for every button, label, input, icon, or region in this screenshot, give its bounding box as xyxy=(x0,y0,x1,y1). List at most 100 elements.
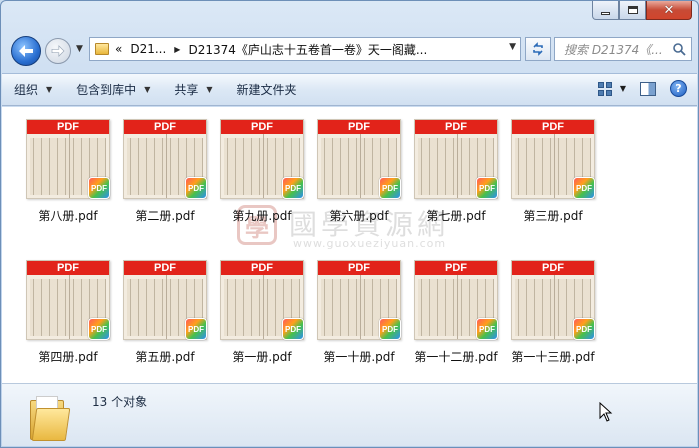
file-list[interactable]: 學 國學資源網 www.guoxueziyuan.com PDF PDF 第八册.p… xyxy=(2,107,697,383)
file-item[interactable]: PDF PDF 第九册.pdf xyxy=(214,119,310,239)
pdf-badge-icon: PDF xyxy=(88,318,110,340)
include-in-library-menu[interactable]: 包含到库中 ▼ xyxy=(64,74,162,105)
thumbnail-header: PDF xyxy=(221,120,303,134)
page-fold xyxy=(360,134,361,198)
file-name[interactable]: 第一册.pdf xyxy=(208,348,316,365)
thumbnail-header: PDF xyxy=(221,261,303,275)
page-fold xyxy=(554,134,555,198)
page-fold xyxy=(166,275,167,339)
chevron-down-icon: ▼ xyxy=(144,85,151,94)
pdf-badge-icon: PDF xyxy=(379,177,401,199)
address-dropdown-button[interactable]: ▼ xyxy=(509,42,516,52)
chevron-right-icon[interactable]: ▶ xyxy=(174,45,180,54)
pdf-badge-icon: PDF xyxy=(476,177,498,199)
breadcrumb-current[interactable]: D21374《庐山志十五卷首一卷》天一阁藏... xyxy=(188,41,427,58)
thumbnail-header: PDF xyxy=(318,120,400,134)
file-name[interactable]: 第一十三册.pdf xyxy=(499,348,607,365)
chevron-down-icon: ▼ xyxy=(46,85,53,94)
file-item[interactable]: PDF PDF 第一十三册.pdf xyxy=(505,260,601,380)
page-fold xyxy=(263,134,264,198)
file-item[interactable]: PDF PDF 第二册.pdf xyxy=(117,119,213,239)
include-in-library-label: 包含到库中 xyxy=(76,83,137,97)
breadcrumb-overflow[interactable]: « xyxy=(115,42,122,56)
pdf-badge-icon: PDF xyxy=(282,318,304,340)
thumbnail-header: PDF xyxy=(124,261,206,275)
view-grid-icon xyxy=(597,81,612,96)
page-fold xyxy=(69,275,70,339)
file-name[interactable]: 第四册.pdf xyxy=(14,348,122,365)
file-name[interactable]: 第九册.pdf xyxy=(208,207,316,224)
pdf-badge-icon: PDF xyxy=(379,318,401,340)
page-fold xyxy=(457,275,458,339)
change-view-button[interactable]: ▼ xyxy=(597,81,626,96)
page-fold xyxy=(263,275,264,339)
file-name[interactable]: 第二册.pdf xyxy=(111,207,219,224)
new-folder-label: 新建文件夹 xyxy=(236,83,297,97)
page-fold xyxy=(360,275,361,339)
close-button[interactable]: ✕ xyxy=(646,1,692,20)
folder-icon xyxy=(95,43,109,55)
minimize-button[interactable] xyxy=(592,1,619,20)
refresh-button[interactable] xyxy=(525,37,551,61)
file-item[interactable]: PDF PDF 第五册.pdf xyxy=(117,260,213,380)
file-name[interactable]: 第六册.pdf xyxy=(305,207,413,224)
organize-label: 组织 xyxy=(14,83,39,97)
help-icon[interactable]: ? xyxy=(670,80,687,97)
command-bar: 组织 ▼ 包含到库中 ▼ 共享 ▼ 新建文件夹 ▼ ? xyxy=(2,73,697,106)
recent-pages-dropdown[interactable]: ▼ xyxy=(76,44,83,54)
file-item[interactable]: PDF PDF 第一十二册.pdf xyxy=(408,260,504,380)
minimize-icon xyxy=(601,11,610,15)
share-menu[interactable]: 共享 ▼ xyxy=(162,74,224,105)
mouse-cursor-icon xyxy=(599,402,613,422)
file-item[interactable]: PDF PDF 第四册.pdf xyxy=(20,260,116,380)
window-controls: ✕ xyxy=(592,1,692,20)
file-name[interactable]: 第一十二册.pdf xyxy=(402,348,510,365)
file-item[interactable]: PDF PDF 第六册.pdf xyxy=(311,119,407,239)
refresh-icon xyxy=(533,42,543,56)
breadcrumb-root[interactable]: D21... xyxy=(130,42,166,56)
thumbnail-header: PDF xyxy=(27,261,109,275)
pdf-badge-icon: PDF xyxy=(282,177,304,199)
page-fold xyxy=(166,134,167,198)
page-fold xyxy=(554,275,555,339)
navigation-bar: ▼ « D21... ▶ D21374《庐山志十五卷首一卷》天一阁藏... ▼ … xyxy=(9,35,692,67)
chevron-down-icon: ▼ xyxy=(206,85,213,94)
forward-button[interactable] xyxy=(45,38,71,64)
thumbnail-header: PDF xyxy=(415,120,497,134)
file-item[interactable]: PDF PDF 第八册.pdf xyxy=(20,119,116,239)
explorer-window: ✕ ▼ « D21... ▶ D21374《庐山志十五卷首一卷》天一阁藏... … xyxy=(0,0,699,448)
forward-arrow-icon xyxy=(51,45,65,57)
back-button[interactable] xyxy=(11,36,41,66)
file-name[interactable]: 第七册.pdf xyxy=(402,207,510,224)
pdf-badge-icon: PDF xyxy=(476,318,498,340)
address-bar[interactable]: « D21... ▶ D21374《庐山志十五卷首一卷》天一阁藏... ▼ xyxy=(89,37,521,61)
pdf-badge-icon: PDF xyxy=(573,177,595,199)
file-item[interactable]: PDF PDF 第一十册.pdf xyxy=(311,260,407,380)
file-name[interactable]: 第五册.pdf xyxy=(111,348,219,365)
close-icon: ✕ xyxy=(663,2,675,18)
breadcrumb: « D21... ▶ D21374《庐山志十五卷首一卷》天一阁藏... xyxy=(115,41,427,58)
status-bar: 13 个对象 xyxy=(2,383,697,446)
pdf-badge-icon: PDF xyxy=(88,177,110,199)
preview-pane-icon[interactable] xyxy=(640,81,656,96)
organize-menu[interactable]: 组织 ▼ xyxy=(2,74,64,105)
file-name[interactable]: 第三册.pdf xyxy=(499,207,607,224)
thumbnail-header: PDF xyxy=(415,261,497,275)
back-arrow-icon xyxy=(19,45,33,57)
new-folder-button[interactable]: 新建文件夹 xyxy=(225,74,309,105)
share-label: 共享 xyxy=(174,83,199,97)
search-box[interactable]: 搜索 D21374《... xyxy=(554,37,692,61)
file-item[interactable]: PDF PDF 第一册.pdf xyxy=(214,260,310,380)
thumbnail-header: PDF xyxy=(512,261,594,275)
search-placeholder[interactable]: 搜索 D21374《... xyxy=(564,41,672,58)
chevron-down-icon[interactable]: ▼ xyxy=(620,84,626,93)
search-icon[interactable] xyxy=(672,42,686,56)
file-name[interactable]: 第一十册.pdf xyxy=(305,348,413,365)
maximize-button[interactable] xyxy=(619,1,646,20)
folder-large-icon xyxy=(30,392,71,441)
file-name[interactable]: 第八册.pdf xyxy=(14,207,122,224)
file-item[interactable]: PDF PDF 第七册.pdf xyxy=(408,119,504,239)
item-count: 13 个对象 xyxy=(92,395,148,409)
file-item[interactable]: PDF PDF 第三册.pdf xyxy=(505,119,601,239)
pdf-badge-icon: PDF xyxy=(185,177,207,199)
